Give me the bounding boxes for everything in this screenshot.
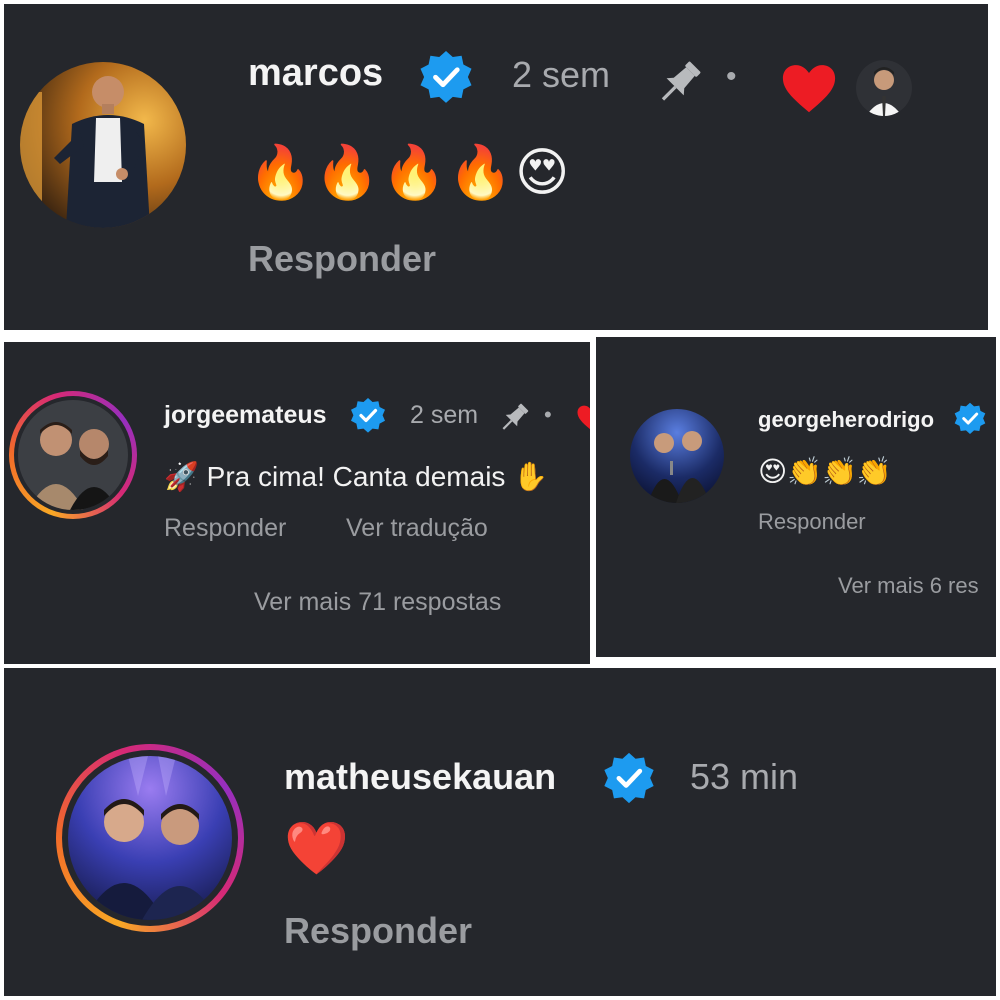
avatar-creator-like bbox=[856, 60, 912, 116]
translate-button[interactable]: Ver tradução bbox=[346, 514, 488, 543]
timestamp: 2 sem bbox=[410, 401, 479, 429]
avatar-georgeherodrigo[interactable] bbox=[630, 409, 724, 503]
view-more-replies-button[interactable]: Ver mais 6 res bbox=[838, 573, 979, 599]
reply-button[interactable]: Responder bbox=[758, 509, 866, 535]
avatar-jorgeemateus[interactable] bbox=[18, 400, 128, 510]
heart-icon[interactable] bbox=[576, 404, 590, 437]
username[interactable]: matheusekauan bbox=[284, 756, 556, 798]
view-more-replies-button[interactable]: Ver mais 71 respostas bbox=[254, 588, 501, 617]
comment-text: 🔥🔥🔥🔥😍 bbox=[248, 144, 572, 202]
comment-text: ❤️ bbox=[284, 820, 349, 878]
reply-button[interactable]: Responder bbox=[164, 514, 286, 543]
comment-jorgeemateus: jorgeemateus 2 sem • 🚀 Pra cima! Canta d… bbox=[4, 342, 590, 664]
separator: • bbox=[544, 402, 552, 427]
pin-icon bbox=[496, 400, 532, 441]
verified-badge-icon bbox=[348, 396, 388, 441]
avatar-marcos[interactable] bbox=[20, 62, 186, 228]
timestamp: 53 min bbox=[690, 756, 799, 797]
username[interactable]: georgeherodrigo bbox=[758, 407, 934, 433]
comment-georgeherodrigo: georgeherodrigo 😍👏👏👏 Responder Ver mais … bbox=[596, 337, 996, 657]
timestamp: 2 sem bbox=[512, 54, 611, 95]
comment-matheusekauan: matheusekauan 53 min ❤️ Responder bbox=[4, 668, 996, 996]
avatar-matheusekauan[interactable] bbox=[68, 756, 232, 920]
comment-marcos: marcos 2 sem • 🔥🔥🔥🔥😍 Responder bbox=[4, 4, 988, 330]
comment-text: 🚀 Pra cima! Canta demais ✋ bbox=[164, 461, 549, 492]
pin-icon bbox=[652, 56, 706, 115]
verified-badge-icon bbox=[416, 48, 476, 113]
verified-badge-icon bbox=[952, 401, 988, 442]
reply-button[interactable]: Responder bbox=[284, 910, 472, 952]
username[interactable]: jorgeemateus bbox=[164, 401, 327, 430]
separator: • bbox=[726, 60, 737, 93]
reply-button[interactable]: Responder bbox=[248, 238, 436, 280]
verified-badge-icon bbox=[600, 750, 658, 813]
heart-icon[interactable] bbox=[780, 62, 838, 121]
username[interactable]: marcos bbox=[248, 52, 383, 95]
comment-text: 😍👏👏👏 bbox=[758, 456, 892, 487]
